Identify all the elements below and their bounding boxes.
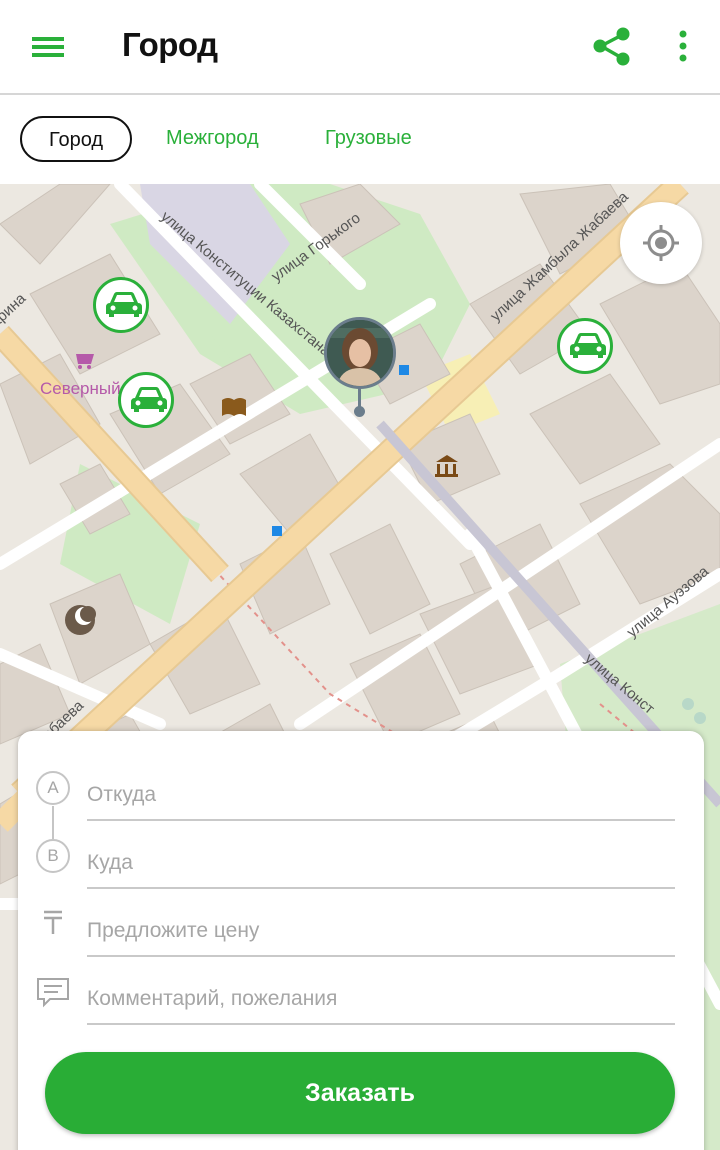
user-location-pin[interactable] bbox=[324, 317, 396, 417]
to-field bbox=[87, 829, 675, 889]
to-input[interactable] bbox=[87, 829, 675, 875]
tenge-icon bbox=[36, 907, 70, 942]
app-bar: Город bbox=[0, 0, 720, 95]
car-marker[interactable] bbox=[93, 277, 149, 333]
car-icon bbox=[131, 387, 167, 412]
my-location-button[interactable] bbox=[620, 202, 702, 284]
pin-dot bbox=[354, 406, 365, 417]
user-avatar bbox=[324, 317, 396, 389]
comment-field bbox=[87, 965, 675, 1025]
price-field bbox=[87, 897, 675, 957]
tab-intercity[interactable]: Межгород bbox=[166, 116, 259, 162]
my-location-icon bbox=[643, 225, 679, 261]
car-icon bbox=[106, 292, 142, 317]
order-form: A B Заказать bbox=[18, 731, 704, 1150]
share-icon[interactable] bbox=[588, 24, 636, 70]
from-field bbox=[87, 761, 675, 821]
car-icon bbox=[570, 333, 606, 358]
from-input[interactable] bbox=[87, 761, 675, 807]
service-tabs: Город Межгород Грузовые bbox=[0, 97, 720, 184]
transit-stop-icon bbox=[399, 365, 409, 375]
transit-stop-icon bbox=[272, 526, 282, 536]
car-marker[interactable] bbox=[557, 318, 613, 374]
tab-city[interactable]: Город bbox=[20, 116, 133, 162]
route-connector bbox=[52, 806, 54, 839]
page-title: Город bbox=[122, 26, 218, 63]
tab-cargo[interactable]: Грузовые bbox=[325, 116, 412, 162]
comment-input[interactable] bbox=[87, 965, 675, 1011]
more-vertical-icon[interactable] bbox=[668, 24, 698, 70]
price-input[interactable] bbox=[87, 897, 675, 943]
comment-icon bbox=[36, 976, 70, 1013]
point-b-marker: B bbox=[36, 839, 70, 873]
point-a-marker: A bbox=[36, 771, 70, 805]
library-icon bbox=[222, 398, 246, 416]
order-button[interactable]: Заказать bbox=[45, 1052, 675, 1134]
car-marker[interactable] bbox=[118, 372, 174, 428]
menu-icon[interactable] bbox=[22, 26, 74, 68]
